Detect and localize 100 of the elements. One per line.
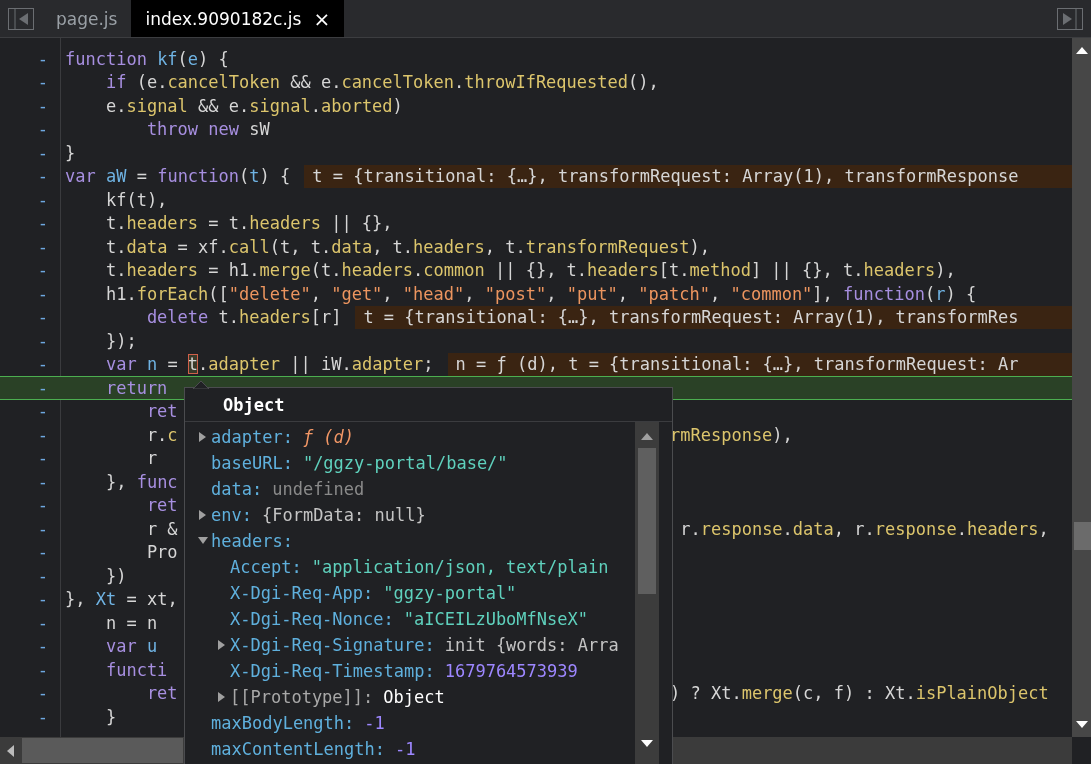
property-key: adapter: bbox=[211, 427, 293, 447]
code-line: delete t.headers[r] bbox=[145, 307, 342, 328]
line-marker[interactable]: - bbox=[0, 330, 54, 351]
code-line: } bbox=[104, 706, 117, 727]
property-value: -1 bbox=[395, 739, 416, 759]
code-line: t.data = xf.call(t, t.data, t.headers, t.transformRequest), bbox=[104, 236, 710, 257]
property-value: {FormData: null} bbox=[261, 505, 426, 525]
popover-title: Object bbox=[185, 388, 672, 422]
code-line: throw new sW bbox=[145, 119, 270, 140]
line-marker[interactable]: - bbox=[0, 72, 54, 93]
line-marker[interactable]: - bbox=[0, 189, 54, 210]
line-marker[interactable]: - bbox=[0, 166, 54, 187]
code-line: var n = t.adapter || iW.adapter; bbox=[104, 354, 434, 375]
line-marker[interactable]: - bbox=[0, 377, 54, 398]
property-key: Accept: bbox=[230, 557, 302, 577]
line-marker[interactable]: - bbox=[0, 119, 54, 140]
line-marker[interactable]: - bbox=[0, 636, 54, 657]
property-value: "aICEILzUboMfNseX" bbox=[403, 609, 588, 629]
code-line: Pro bbox=[145, 542, 178, 563]
property-value: init {words: Arra bbox=[444, 635, 619, 655]
line-marker[interactable]: - bbox=[0, 565, 54, 586]
property-key: maxContentLength: bbox=[211, 739, 385, 759]
inline-value: t = {transitional: {…}, transformRequest: Array(1), transformResponse bbox=[304, 164, 1072, 188]
property-key: baseURL: bbox=[211, 453, 293, 473]
line-marker[interactable]: - bbox=[0, 683, 54, 704]
property-key: X-Dgi-Req-Signature: bbox=[230, 635, 435, 655]
property-value: ƒ (d) bbox=[302, 427, 355, 447]
code-line: functi bbox=[104, 659, 168, 680]
line-marker[interactable]: - bbox=[0, 142, 54, 163]
code-line: r bbox=[145, 448, 158, 469]
scroll-down-icon[interactable] bbox=[641, 740, 654, 748]
code-line: n = n bbox=[104, 612, 158, 633]
line-marker[interactable]: - bbox=[0, 48, 54, 69]
line-marker[interactable]: - bbox=[0, 448, 54, 469]
line-marker[interactable]: - bbox=[0, 307, 54, 328]
file-tab[interactable]: page.js bbox=[42, 0, 132, 37]
property-value: "ggzy-portal" bbox=[383, 583, 517, 603]
code-line: return bbox=[104, 377, 168, 398]
code-line: var u bbox=[104, 636, 158, 657]
sidebar-toggle-icon[interactable] bbox=[1057, 7, 1083, 30]
code-line: }, func bbox=[104, 471, 178, 492]
code-line: r & bbox=[145, 518, 178, 539]
property-key: data: bbox=[211, 479, 263, 499]
line-marker[interactable]: - bbox=[0, 706, 54, 727]
sidebar-toggle-icon[interactable] bbox=[8, 7, 34, 30]
line-marker[interactable]: - bbox=[0, 518, 54, 539]
scrollbar-thumb[interactable] bbox=[638, 448, 657, 594]
code-line: ret bbox=[145, 495, 178, 516]
code-line: }, Xt = xt, bbox=[65, 589, 178, 610]
line-marker[interactable]: - bbox=[0, 659, 54, 680]
property-key: X-Dgi-Req-Nonce: bbox=[230, 609, 394, 629]
file-tab[interactable]: index.9090182c.js × bbox=[131, 0, 345, 37]
property-key: headers: bbox=[211, 531, 293, 551]
scroll-up-icon[interactable] bbox=[641, 432, 654, 440]
code-line: t.headers = t.headers || {}, bbox=[104, 213, 393, 234]
scrollbar[interactable] bbox=[1072, 38, 1091, 737]
scroll-left-icon[interactable] bbox=[6, 744, 14, 757]
code-line: kf(t), bbox=[104, 189, 168, 210]
property-key: X-Dgi-Req-App: bbox=[230, 583, 374, 603]
property-value: -1 bbox=[364, 713, 385, 733]
close-icon[interactable]: × bbox=[313, 6, 331, 31]
line-marker[interactable]: - bbox=[0, 260, 54, 281]
property-key: [[Prototype]]: bbox=[230, 687, 374, 707]
inline-value: n = ƒ (d), t = {transitional: {…}, transformRequest: Ar bbox=[447, 352, 1072, 376]
code-line: h1.forEach(["delete", "get", "head", "post", "put", "patch", "common"], function(r) { bbox=[104, 283, 977, 304]
line-marker[interactable]: - bbox=[0, 354, 54, 375]
scrollbar-thumb[interactable] bbox=[1074, 522, 1091, 550]
line-marker[interactable]: - bbox=[0, 612, 54, 633]
code-line: ret bbox=[145, 683, 178, 704]
code-line: ) ? Xt.merge(c, f) : Xt.isPlainObject bbox=[670, 683, 1049, 704]
line-marker[interactable]: - bbox=[0, 95, 54, 116]
property-value: Object bbox=[383, 687, 445, 707]
line-marker[interactable]: - bbox=[0, 471, 54, 492]
code-line: e.signal && e.signal.aborted) bbox=[104, 95, 403, 116]
line-marker[interactable]: - bbox=[0, 213, 54, 234]
scrollbar[interactable] bbox=[635, 422, 659, 764]
line-marker[interactable]: - bbox=[0, 495, 54, 516]
line-marker[interactable]: - bbox=[0, 424, 54, 445]
code-line: }); bbox=[104, 330, 137, 351]
line-marker[interactable]: - bbox=[0, 589, 54, 610]
property-key: X-Dgi-Req-Timestamp: bbox=[230, 661, 435, 681]
property-value: 1679764573939 bbox=[444, 661, 578, 681]
code-line: var aW = function(t) { bbox=[65, 166, 291, 187]
code-line: r.response.data, r.response.headers, bbox=[679, 518, 1049, 539]
line-marker[interactable]: - bbox=[0, 236, 54, 257]
line-marker[interactable]: - bbox=[0, 542, 54, 563]
scroll-down-icon[interactable] bbox=[1075, 721, 1088, 729]
code-line: r.c bbox=[145, 424, 178, 445]
line-marker[interactable]: - bbox=[0, 401, 54, 422]
code-line: rmResponse), bbox=[670, 424, 793, 445]
line-marker[interactable]: - bbox=[0, 283, 54, 304]
scrollbar-thumb[interactable] bbox=[22, 738, 183, 763]
code-line: function kf(e) { bbox=[65, 48, 229, 69]
property-key: maxBodyLength: bbox=[211, 713, 355, 733]
code-line: }) bbox=[104, 565, 127, 586]
code-line: } bbox=[65, 142, 76, 163]
code-line: if (e.cancelToken && e.cancelToken.throwIfRequested(), bbox=[104, 72, 659, 93]
inline-value: t = {transitional: {…}, transformRequest: Array(1), transformRes bbox=[355, 305, 1072, 329]
scroll-up-icon[interactable] bbox=[1075, 46, 1088, 54]
property-value: "application/json, text/plain bbox=[311, 557, 609, 577]
